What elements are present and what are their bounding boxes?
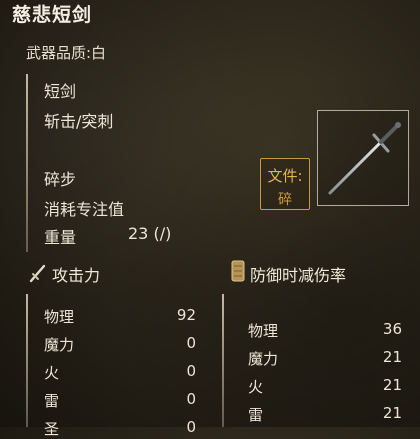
defense-stat-label: 火 [248, 378, 264, 396]
attack-stat-value: 0 [186, 418, 196, 436]
attack-stat-label: 圣 [44, 420, 60, 438]
weapon-type: 短剑 [44, 82, 77, 101]
attack-title: 攻击力 [52, 266, 101, 285]
defense-stat-label: 魔力 [248, 350, 279, 368]
attack-stat-value: 0 [186, 362, 196, 380]
defense-stat-label: 雷 [248, 406, 264, 424]
weapon-quality: 武器品质:白 [26, 44, 107, 62]
defense-stat-value: 21 [382, 404, 402, 422]
attack-stat-value: 92 [176, 306, 196, 324]
defense-title: 防御时减伤率 [250, 266, 347, 285]
dagger-icon [328, 122, 401, 195]
document-value: 碎 [278, 192, 292, 208]
defense-stat-value: 21 [382, 348, 402, 366]
attack-stat-value: 0 [186, 334, 196, 352]
document-label: 文件: [267, 167, 303, 185]
weapon-attack-type: 斩击/突刺 [44, 112, 114, 131]
info-divider [26, 74, 28, 252]
attack-stat-label: 魔力 [44, 336, 75, 354]
attack-stat-label: 物理 [44, 308, 75, 326]
defense-stat-value: 36 [382, 320, 402, 338]
attack-stat-label: 雷 [44, 392, 60, 410]
weapon-name: 慈悲短剑 [12, 4, 93, 26]
sword-icon [28, 262, 48, 284]
weapon-thumbnail [317, 110, 409, 206]
attack-divider [26, 294, 28, 427]
defense-divider [222, 294, 224, 427]
weapon-skill: 碎步 [44, 170, 77, 189]
shield-icon [231, 260, 245, 282]
document-button[interactable]: 文件: 碎 [260, 158, 310, 210]
defense-stat-label: 物理 [248, 322, 279, 340]
defense-stat-value: 21 [382, 376, 402, 394]
weight-label: 重量 [44, 228, 77, 247]
attack-stat-label: 火 [44, 364, 60, 382]
attack-stat-value: 0 [186, 390, 196, 408]
fp-cost-label: 消耗专注值 [44, 200, 125, 219]
weight-value: 23 (/) [128, 224, 172, 243]
